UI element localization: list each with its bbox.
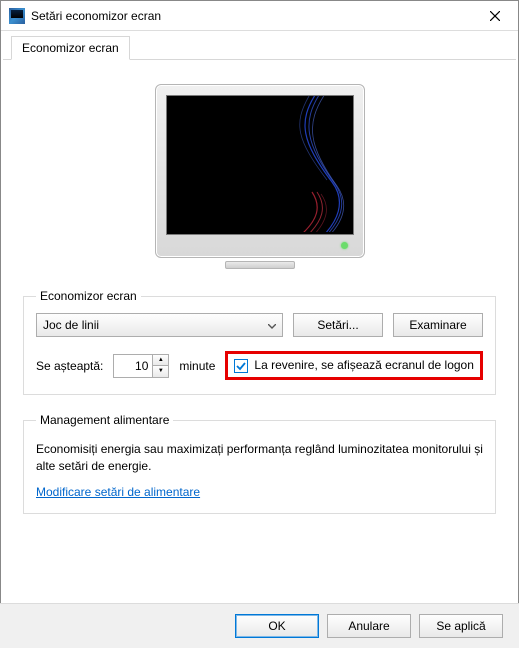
power-management-group: Management alimentare Economisiți energi… xyxy=(23,413,496,514)
tab-row: Economizor ecran xyxy=(3,31,516,60)
power-text: Economisiți energia sau maximizați perfo… xyxy=(36,441,483,475)
wait-input[interactable] xyxy=(114,355,152,377)
window-title: Setări economizor ecran xyxy=(31,9,472,23)
preview-area xyxy=(23,74,496,289)
screensaver-select-value: Joc de linii xyxy=(43,318,99,332)
spinner-down-icon[interactable]: ▼ xyxy=(153,366,168,377)
screensaver-group: Economizor ecran Joc de linii Setări... … xyxy=(23,289,496,395)
monitor-led-icon xyxy=(341,242,348,249)
screensaver-preview-graphic xyxy=(247,95,354,232)
power-settings-link[interactable]: Modificare setări de alimentare xyxy=(36,485,200,499)
wait-label: Se așteaptă: xyxy=(36,359,103,373)
close-button[interactable] xyxy=(472,1,518,31)
cancel-button[interactable]: Anulare xyxy=(327,614,411,638)
wait-spinner[interactable]: ▲ ▼ xyxy=(113,354,169,378)
tab-screensaver[interactable]: Economizor ecran xyxy=(11,36,130,60)
dialog-footer: OK Anulare Se aplică xyxy=(0,603,519,648)
monitor-preview xyxy=(155,84,365,269)
resume-checkbox-label: La revenire, se afișează ecranul de logo… xyxy=(254,358,473,372)
apply-button[interactable]: Se aplică xyxy=(419,614,503,638)
titlebar: Setări economizor ecran xyxy=(1,1,518,31)
chevron-down-icon xyxy=(268,318,276,332)
resume-highlight: La revenire, se afișează ecranul de logo… xyxy=(225,351,483,380)
power-legend: Management alimentare xyxy=(36,413,173,427)
check-icon xyxy=(236,361,246,371)
spinner-up-icon[interactable]: ▲ xyxy=(153,355,168,367)
screensaver-legend: Economizor ecran xyxy=(36,289,141,303)
close-icon xyxy=(490,11,500,21)
screensaver-select[interactable]: Joc de linii xyxy=(36,313,283,337)
screensaver-icon xyxy=(9,8,25,24)
wait-unit: minute xyxy=(179,359,215,373)
ok-button[interactable]: OK xyxy=(235,614,319,638)
settings-button[interactable]: Setări... xyxy=(293,313,383,337)
resume-checkbox[interactable] xyxy=(234,359,248,373)
preview-button[interactable]: Examinare xyxy=(393,313,483,337)
